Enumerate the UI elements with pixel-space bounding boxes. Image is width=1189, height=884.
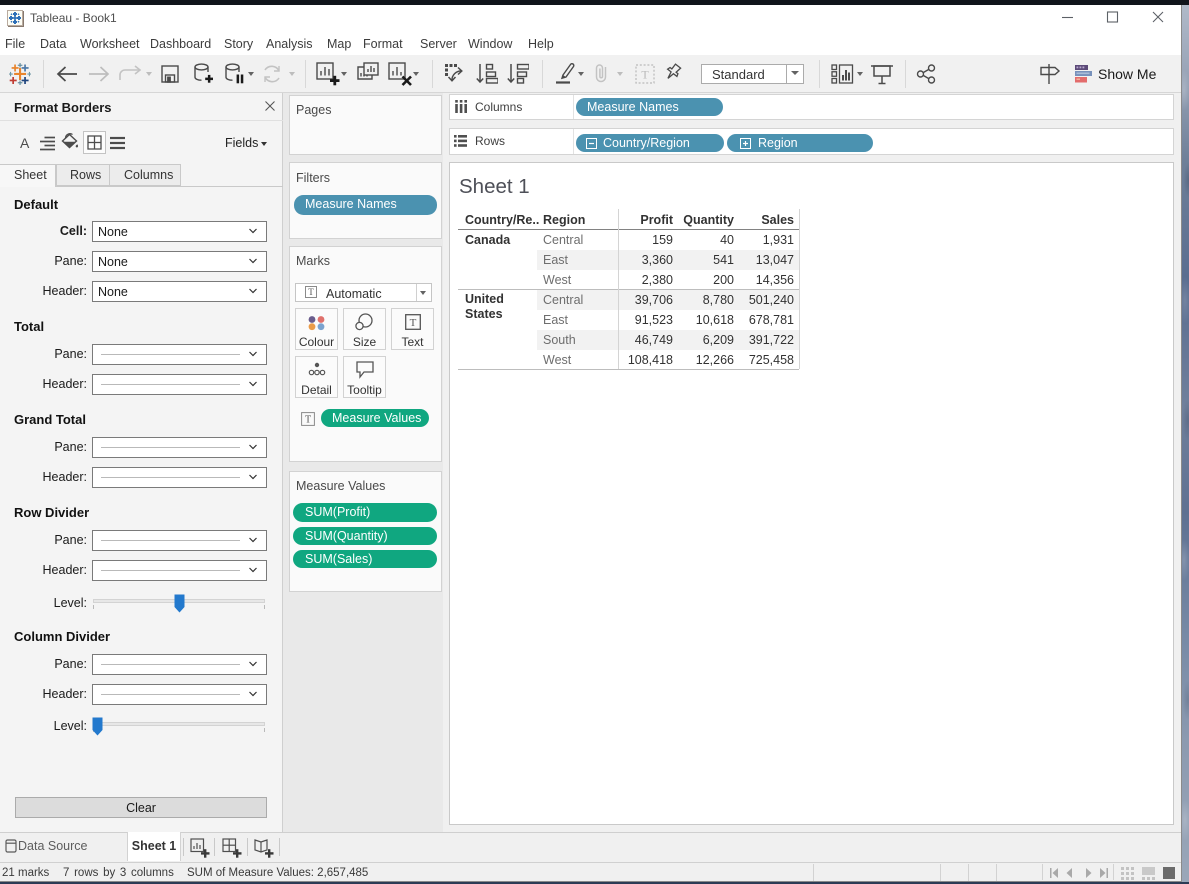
svg-text:T: T	[308, 287, 314, 297]
svg-text:T: T	[305, 415, 311, 426]
svg-text:T: T	[410, 317, 417, 329]
svg-text:T: T	[641, 68, 649, 82]
